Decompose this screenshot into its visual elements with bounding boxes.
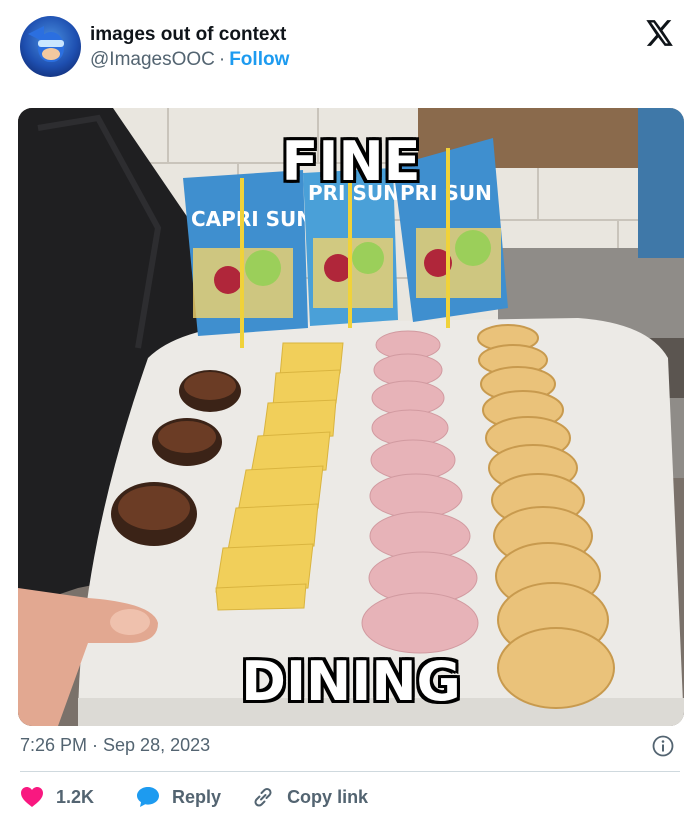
handle-row: @ImagesOOC · Follow	[90, 49, 289, 71]
svg-text:CAPRI SUN: CAPRI SUN	[191, 207, 313, 231]
divider	[20, 771, 680, 772]
tweet-photo[interactable]: CAPRI SUN PRI SUN PRI SUN FINE DINING	[18, 108, 684, 726]
avatar-glasses	[38, 40, 64, 47]
action-bar: 1.2K Reply Copy link	[20, 785, 398, 809]
avatar[interactable]	[20, 16, 81, 77]
copy-link-label: Copy link	[287, 786, 369, 807]
separator-dot: ·	[218, 49, 226, 70]
avatar-muzzle	[42, 48, 60, 60]
follow-link[interactable]: Follow	[229, 49, 289, 70]
reply-bubble-icon	[137, 787, 160, 807]
tweet-timestamp[interactable]: 7:26 PM · Sep 28, 2023	[20, 735, 210, 756]
reply-label: Reply	[172, 786, 222, 807]
like-button[interactable]: 1.2K	[20, 786, 94, 808]
display-name[interactable]: images out of context	[90, 24, 286, 46]
reply-button[interactable]: Reply	[136, 786, 221, 808]
meme-caption-bottom: DINING	[241, 650, 461, 713]
link-icon	[254, 787, 272, 807]
like-count: 1.2K	[56, 786, 95, 807]
heart-icon	[21, 787, 43, 807]
copy-link-button[interactable]: Copy link	[251, 786, 368, 808]
meme-caption-top: FINE	[281, 130, 421, 193]
x-logo-icon[interactable]	[646, 20, 674, 46]
tweet-embed-card: images out of context @ImagesOOC · Follow	[0, 0, 700, 824]
user-handle[interactable]: @ImagesOOC	[90, 49, 215, 70]
photo-scene: CAPRI SUN PRI SUN PRI SUN	[18, 108, 684, 726]
info-icon[interactable]	[652, 735, 674, 757]
